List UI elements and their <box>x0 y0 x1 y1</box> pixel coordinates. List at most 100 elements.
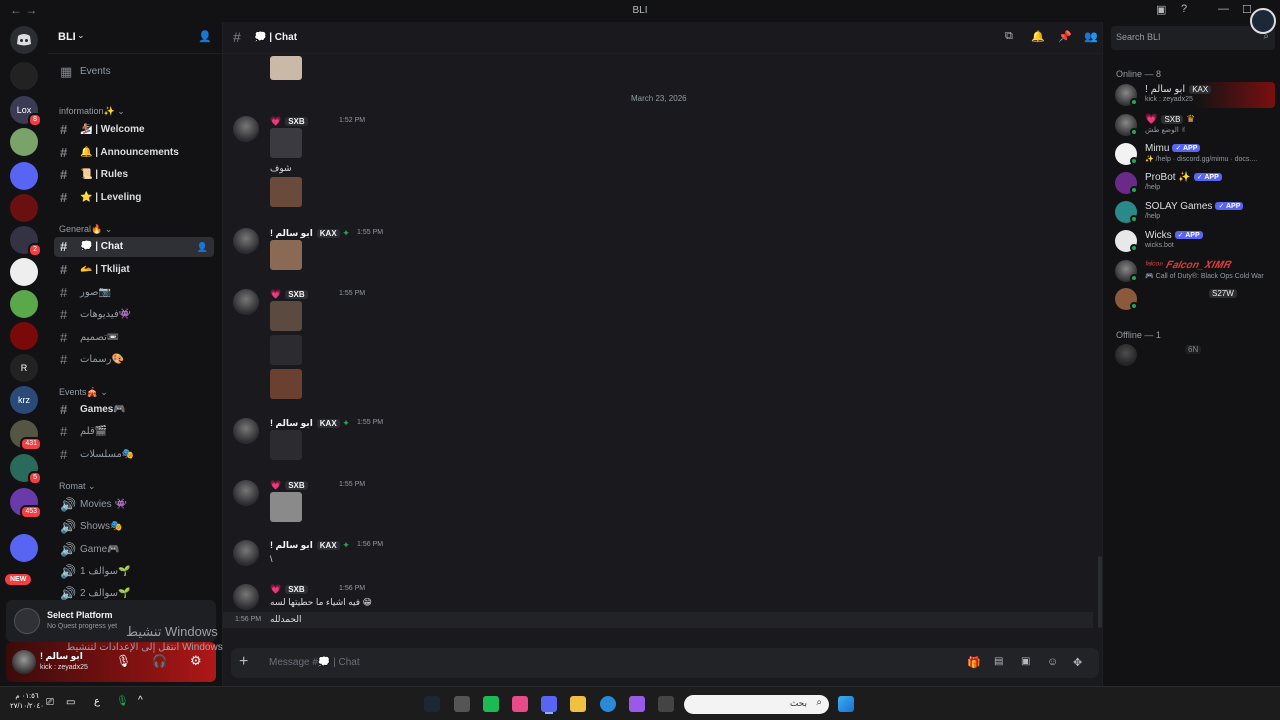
image-attachment[interactable] <box>270 430 302 460</box>
channel-rules[interactable]: # 📜 | Rules <box>54 165 214 185</box>
message-author[interactable]: 💗 SXB <box>270 584 308 595</box>
steam-taskbar-icon[interactable] <box>424 696 440 712</box>
message-composer[interactable]: + Message #💭 | Chat 🎁 ▤ ▣ ☺ ✥ <box>231 648 1099 678</box>
category-information[interactable]: information✨ ⌄ <box>59 106 125 117</box>
guild-tag[interactable]: SXB <box>285 117 308 126</box>
guild-tag[interactable]: SXB <box>285 585 308 594</box>
bell-icon[interactable]: 🔔 <box>1031 30 1045 43</box>
network-icon[interactable]: ▭ <box>66 697 75 708</box>
image-attachment[interactable] <box>270 335 302 365</box>
gift-icon[interactable]: 🎁 <box>967 656 981 669</box>
app-taskbar-icon[interactable] <box>454 696 470 712</box>
image-attachment[interactable] <box>270 177 302 207</box>
member-item[interactable]: Wicks ✓ APP wicks.bot <box>1115 228 1275 254</box>
new-badge[interactable]: NEW <box>5 574 32 585</box>
channel-chat[interactable]: # 💭 | Chat 👤 <box>54 237 214 257</box>
voice-channel-game[interactable]: 🔊 Game🎮 <box>54 540 214 560</box>
folder-icon[interactable] <box>10 162 38 190</box>
copilot-icon[interactable] <box>629 696 645 712</box>
message-author[interactable]: ! ابو سالم KAX ✦ <box>270 228 350 239</box>
invite-icon[interactable]: 👤 <box>197 237 208 257</box>
avatar[interactable] <box>233 116 259 142</box>
steam-overlay-icon[interactable] <box>1250 8 1276 34</box>
image-attachment[interactable] <box>270 56 302 80</box>
avatar[interactable] <box>12 650 36 674</box>
member-item[interactable]: 6N <box>1115 342 1275 368</box>
image-attachment[interactable] <box>270 369 302 399</box>
discord-home-icon[interactable] <box>10 26 38 54</box>
emoji-icon[interactable]: ☺ <box>1047 656 1058 668</box>
microphone-icon[interactable]: 🎙 <box>116 696 129 707</box>
chevron-down-icon[interactable]: ⌄ <box>77 30 85 41</box>
server-icon[interactable] <box>10 194 38 222</box>
voice-channel-movies[interactable]: 🔊 Movies 👾 <box>54 495 214 515</box>
channel-leveling[interactable]: # ⭐ | Leveling <box>54 188 214 208</box>
server-icon[interactable]: 2 <box>10 226 42 257</box>
maximize-icon[interactable]: ☐ <box>1242 3 1252 16</box>
avatar[interactable] <box>233 584 259 610</box>
avatar[interactable] <box>233 418 259 444</box>
message-author[interactable]: ! ابو سالم KAX ✦ <box>270 540 350 551</box>
pin-icon[interactable]: 📌 <box>1058 30 1072 43</box>
member-item[interactable]: ! ابو سالم KAX kick : zeyadx25 <box>1115 82 1275 108</box>
avatar[interactable] <box>233 289 259 315</box>
image-attachment[interactable] <box>270 301 302 331</box>
server-icon[interactable]: 453 <box>10 488 42 519</box>
guild-tag[interactable]: KAX <box>316 229 340 238</box>
voice-channel-chat-1[interactable]: 🔊 سوالف 1🌱 <box>54 562 214 582</box>
server-icon[interactable]: 431 <box>10 420 42 451</box>
member-item[interactable]: ᶠᵃˡᶜᵒⁿ 𝑭𝒂𝒍𝒄𝒐𝒏_𝑿𝑰𝑴𝑹 🎮 Call of Duty®: Blac… <box>1115 258 1275 284</box>
server-icon[interactable] <box>10 62 38 90</box>
server-icon[interactable]: R <box>10 354 38 382</box>
search-input[interactable]: Search BLI ⌕ <box>1111 26 1275 50</box>
minimize-icon[interactable]: — <box>1218 3 1229 15</box>
sticker-icon[interactable]: ▣ <box>1021 656 1030 667</box>
guild-header[interactable]: BLI ⌄ 👤 <box>48 22 222 54</box>
help-icon[interactable]: ? <box>1181 3 1187 15</box>
server-icon[interactable]: krz <box>10 386 38 414</box>
channel-welcome[interactable]: # 🏂 | Welcome <box>54 120 214 140</box>
channel-series[interactable]: # مسلسلات🎭 <box>54 445 214 465</box>
member-item[interactable]: SOLAY Games ✓ APP /help <box>1115 199 1275 225</box>
apps-icon[interactable]: ✥ <box>1073 656 1082 669</box>
member-item[interactable]: S27W <box>1115 286 1275 312</box>
taskbar-search[interactable]: بحث ⌕ <box>684 695 829 714</box>
microphone-icon[interactable]: 🎙 <box>116 654 131 668</box>
server-name[interactable]: BLI <box>58 31 76 43</box>
channel-drawings[interactable]: # رسمات🎨 <box>54 350 214 370</box>
message-input[interactable]: Message #💭 | Chat <box>269 657 360 668</box>
notifications-icon[interactable]: ⎚ <box>46 697 54 708</box>
server-icon[interactable]: Lox 8 <box>10 96 42 127</box>
members-list-icon[interactable]: 👥 <box>1084 30 1098 43</box>
file-explorer-icon[interactable] <box>570 696 586 712</box>
category-events[interactable]: Events🎪 ⌄ <box>59 387 108 398</box>
app-taskbar-icon[interactable] <box>512 696 528 712</box>
message-author[interactable]: 💗 SXB <box>270 289 308 300</box>
message-author[interactable]: ! ابو سالم KAX ✦ <box>270 418 350 429</box>
inbox-icon[interactable]: ▣ <box>1156 3 1166 16</box>
message-author[interactable]: 💗 SXB <box>270 116 308 127</box>
avatar[interactable] <box>233 540 259 566</box>
channel-film[interactable]: # قلم🎬 <box>54 422 214 442</box>
guild-tag[interactable]: KAX <box>316 541 340 550</box>
taskbar-clock[interactable]: ٠١:٥٦ م ٢٧/١٠/٢٠٤٠ <box>10 692 44 712</box>
avatar[interactable] <box>233 480 259 506</box>
events-link[interactable]: ▦ Events <box>54 62 214 82</box>
image-attachment[interactable] <box>270 128 302 158</box>
channel-tklijat[interactable]: # 🫴 | Tklijat <box>54 260 214 280</box>
image-attachment[interactable] <box>270 492 302 522</box>
settings-gear-icon[interactable]: ⚙ <box>190 653 202 669</box>
folder-icon[interactable] <box>10 534 38 562</box>
server-icon[interactable] <box>10 258 38 286</box>
app-taskbar-icon[interactable] <box>483 696 499 712</box>
channel-games[interactable]: # Games🎮 <box>54 400 214 420</box>
category-romat[interactable]: Romat ⌄ <box>59 481 96 492</box>
guild-tag[interactable]: SXB <box>285 481 308 490</box>
discord-taskbar-icon[interactable] <box>541 696 557 712</box>
task-view-icon[interactable] <box>658 696 674 712</box>
member-item[interactable]: 💗 SXB ♛ الوضع طش ✌ <box>1115 112 1275 138</box>
member-item[interactable]: ProBot ✨ ✓ APP /help <box>1115 170 1275 196</box>
add-attachment-icon[interactable]: + <box>239 653 248 671</box>
guild-tag[interactable]: SXB <box>285 290 308 299</box>
server-icon[interactable] <box>10 128 38 156</box>
